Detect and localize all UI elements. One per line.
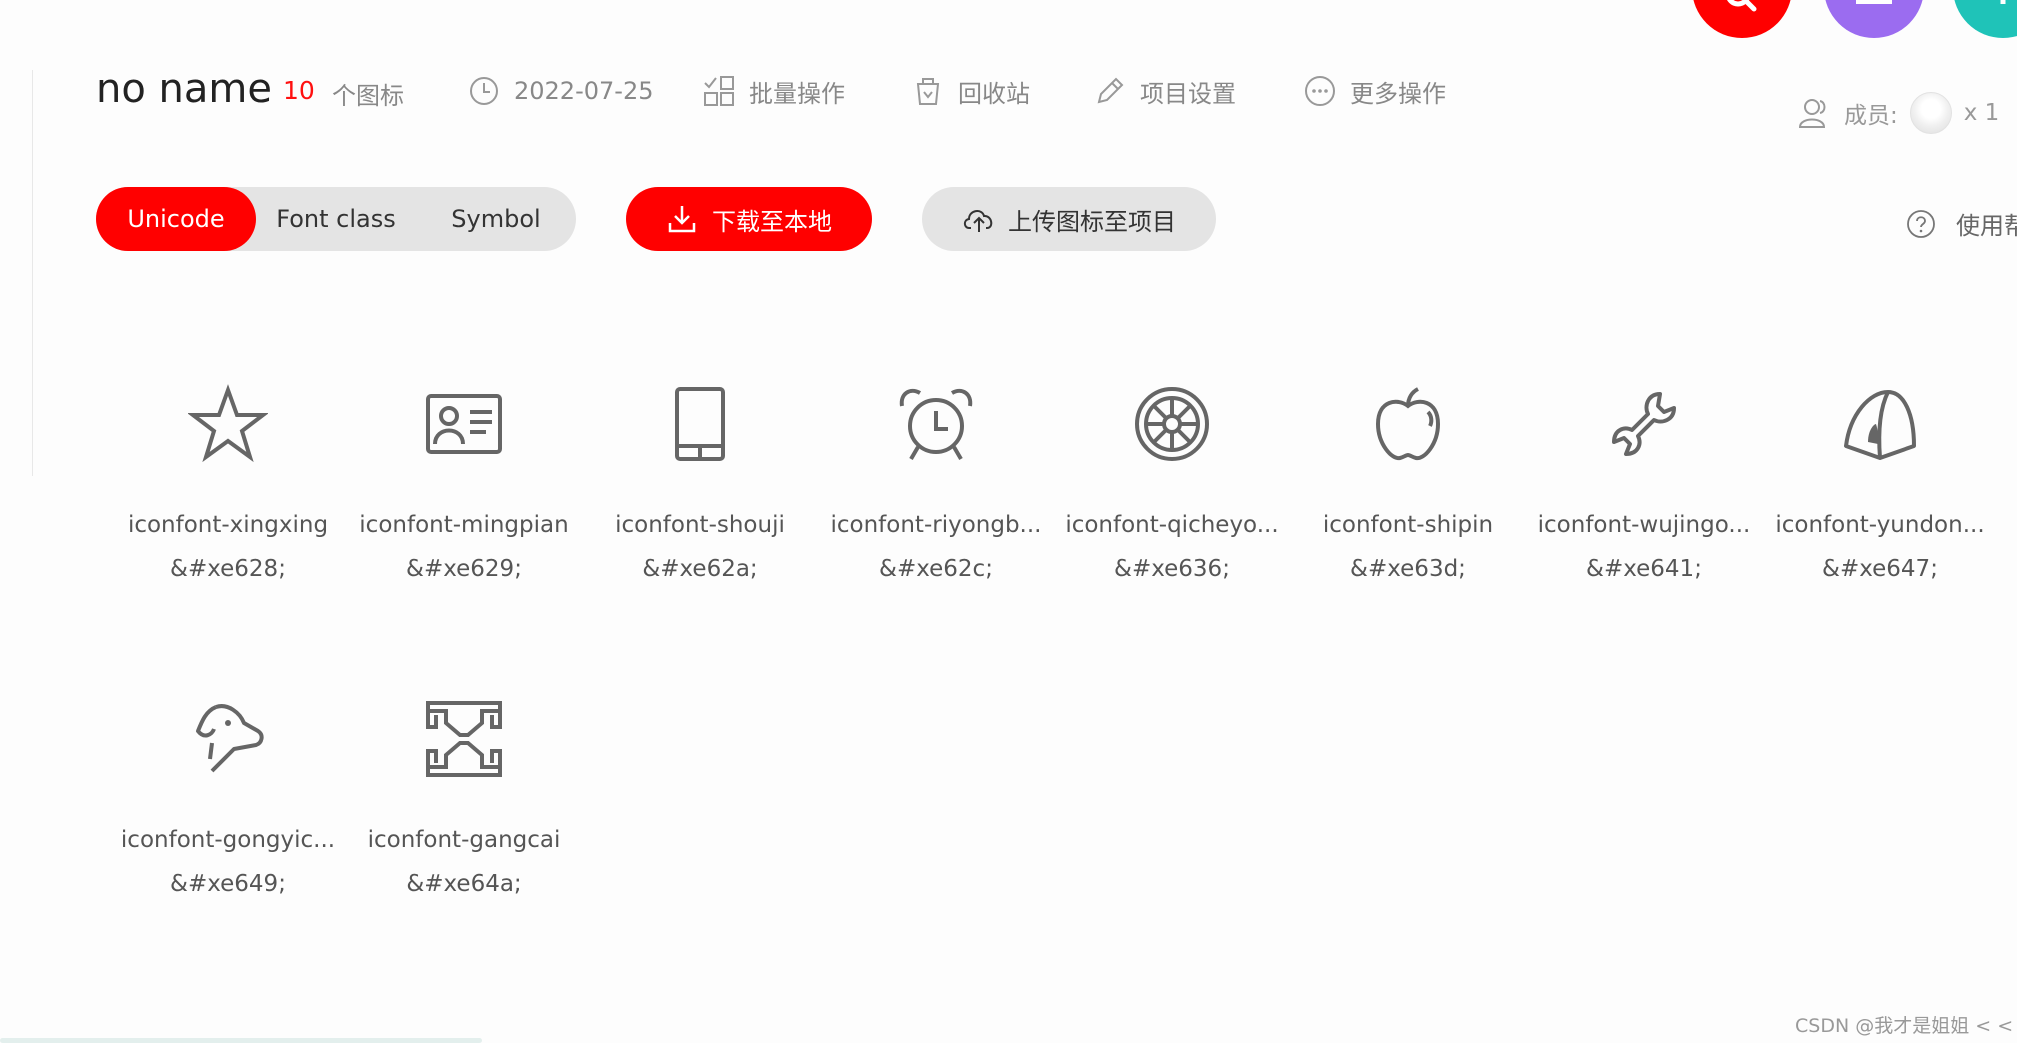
help-icon	[1907, 209, 1935, 238]
phone-icon	[675, 387, 725, 461]
tab-unicode[interactable]: Unicode	[96, 187, 256, 251]
icon-name: iconfont-wujingo...	[1537, 512, 1751, 538]
icon-card-yundon[interactable]: iconfont-yundon... &#xe647;	[1765, 384, 1995, 614]
recycle-label: 回收站	[958, 79, 1030, 108]
icon-code: &#xe62c;	[879, 556, 993, 582]
date-text: 2022-07-25	[514, 77, 654, 105]
business-card-icon	[426, 394, 502, 454]
icon-count-label: 个图标	[332, 82, 404, 110]
recycle-bin-button[interactable]: 回收站	[912, 73, 1030, 109]
search-fab[interactable]	[1692, 0, 1792, 38]
icon-code: &#xe629;	[406, 556, 522, 582]
created-date: 2022-07-25	[468, 73, 653, 109]
wheel-icon	[1135, 387, 1209, 461]
icon-card-wujingo[interactable]: iconfont-wujingo... &#xe641;	[1529, 384, 1759, 614]
trash-icon	[916, 78, 940, 105]
icon-count: 10	[283, 76, 315, 105]
cloud-upload-icon	[963, 210, 993, 232]
avatar[interactable]	[1909, 92, 1952, 134]
icon-name: iconfont-shouji	[615, 512, 785, 538]
alarm-clock-icon	[899, 388, 973, 461]
dog-icon	[196, 704, 264, 773]
apple-icon	[1375, 387, 1441, 461]
download-label: 下载至本地	[712, 207, 832, 236]
search-icon	[1727, 0, 1757, 12]
icon-code: &#xe649;	[170, 871, 286, 897]
clock-icon	[470, 77, 498, 105]
project-title: no name	[96, 66, 272, 112]
code-format-tabs: Unicode Font class Symbol	[96, 187, 576, 251]
icon-name: iconfont-xingxing	[127, 512, 329, 538]
batch-operation-button[interactable]: 批量操作	[703, 73, 845, 109]
icon-code: &#xe641;	[1586, 556, 1702, 582]
icon-card-gongyic[interactable]: iconfont-gongyic... &#xe649;	[113, 699, 343, 929]
icon-name: iconfont-gongyic...	[120, 827, 336, 853]
icon-code: &#xe636;	[1114, 556, 1230, 582]
icon-code: &#xe62a;	[642, 556, 758, 582]
icon-code: &#xe64a;	[406, 871, 522, 897]
icon-card-riyongb[interactable]: iconfont-riyongb... &#xe62c;	[821, 384, 1051, 614]
watermark: CSDN @我才是姐姐 < <	[1795, 1015, 2014, 1037]
download-icon	[668, 206, 696, 233]
members[interactable]: 成员: x 1	[1798, 92, 2000, 134]
tab-font-class[interactable]: Font class	[256, 187, 416, 251]
icon-card-shipin[interactable]: iconfont-shipin &#xe63d;	[1293, 384, 1523, 614]
icon-code: &#xe628;	[170, 556, 286, 582]
icon-code: &#xe63d;	[1350, 556, 1466, 582]
members-count: x 1	[1963, 100, 2000, 126]
members-icon	[1798, 99, 1826, 128]
icon-card-shouji[interactable]: iconfont-shouji &#xe62a;	[585, 384, 815, 614]
add-fab[interactable]	[1953, 0, 2017, 38]
usage-help-link[interactable]: 使用帮	[1906, 206, 2017, 241]
tent-icon	[1844, 390, 1916, 460]
upload-label: 上传图标至项目	[1008, 207, 1176, 236]
more-icon	[1305, 76, 1335, 106]
icon-name: iconfont-qicheyo...	[1065, 512, 1279, 538]
horizontal-scrollbar[interactable]	[0, 1038, 482, 1043]
icon-card-xingxing[interactable]: iconfont-xingxing &#xe628;	[113, 384, 343, 614]
left-divider	[32, 70, 33, 476]
icon-name: iconfont-gangcai	[367, 827, 561, 853]
wrench-icon	[1612, 392, 1676, 456]
icon-name: iconfont-yundon...	[1775, 512, 1985, 538]
icon-name: iconfont-shipin	[1322, 512, 1494, 538]
cart-fab[interactable]	[1824, 0, 1924, 38]
icon-code: &#xe647;	[1822, 556, 1938, 582]
icon-name: iconfont-riyongb...	[830, 512, 1042, 538]
cart-icon	[1856, 0, 1892, 4]
icon-card-qicheyo[interactable]: iconfont-qicheyo... &#xe636;	[1057, 384, 1287, 614]
upload-button[interactable]: 上传图标至项目	[922, 187, 1216, 251]
icon-card-mingpian[interactable]: iconfont-mingpian &#xe629;	[349, 384, 579, 614]
more-label: 更多操作	[1350, 79, 1446, 108]
icon-name: iconfont-mingpian	[359, 512, 569, 538]
steel-icon	[426, 701, 502, 777]
batch-icon	[704, 76, 734, 106]
star-icon	[188, 384, 268, 463]
icon-card-gangcai[interactable]: iconfont-gangcai &#xe64a;	[349, 699, 579, 929]
tab-symbol[interactable]: Symbol	[416, 187, 576, 251]
help-label: 使用帮	[1956, 212, 2017, 240]
members-label: 成员:	[1844, 103, 1898, 129]
batch-label: 批量操作	[749, 79, 845, 108]
project-settings-button[interactable]: 项目设置	[1094, 73, 1236, 109]
more-actions-button[interactable]: 更多操作	[1304, 73, 1446, 109]
download-button[interactable]: 下载至本地	[626, 187, 872, 251]
pencil-icon	[1097, 77, 1124, 104]
plus-icon	[2000, 0, 2006, 4]
settings-label: 项目设置	[1140, 79, 1236, 108]
